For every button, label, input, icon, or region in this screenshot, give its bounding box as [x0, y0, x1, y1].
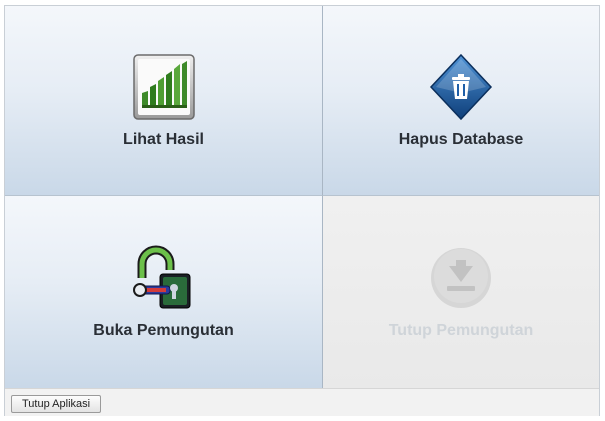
tutup-pemungutan-tile[interactable]: Tutup Pemungutan	[323, 196, 599, 388]
hapus-database-tile[interactable]: Hapus Database	[323, 6, 599, 196]
hapus-database-label: Hapus Database	[398, 130, 524, 148]
buka-pemungutan-tile[interactable]: Buka Pemungutan	[5, 196, 323, 388]
footer-bar: Tutup Aplikasi	[5, 388, 599, 416]
unlock-icon	[132, 245, 190, 309]
download-close-icon	[431, 248, 491, 308]
main-menu-window: Lihat Hasil Hapus Database Buka Pemungut…	[4, 5, 600, 416]
trash-database-icon	[429, 53, 493, 120]
lihat-hasil-tile[interactable]: Lihat Hasil	[5, 6, 323, 196]
buka-pemungutan-label: Buka Pemungutan	[93, 322, 234, 339]
tutup-pemungutan-label: Tutup Pemungutan	[388, 322, 534, 339]
lihat-hasil-label: Lihat Hasil	[123, 130, 204, 148]
close-app-button[interactable]: Tutup Aplikasi	[11, 395, 102, 413]
bar-chart-icon	[132, 53, 195, 120]
